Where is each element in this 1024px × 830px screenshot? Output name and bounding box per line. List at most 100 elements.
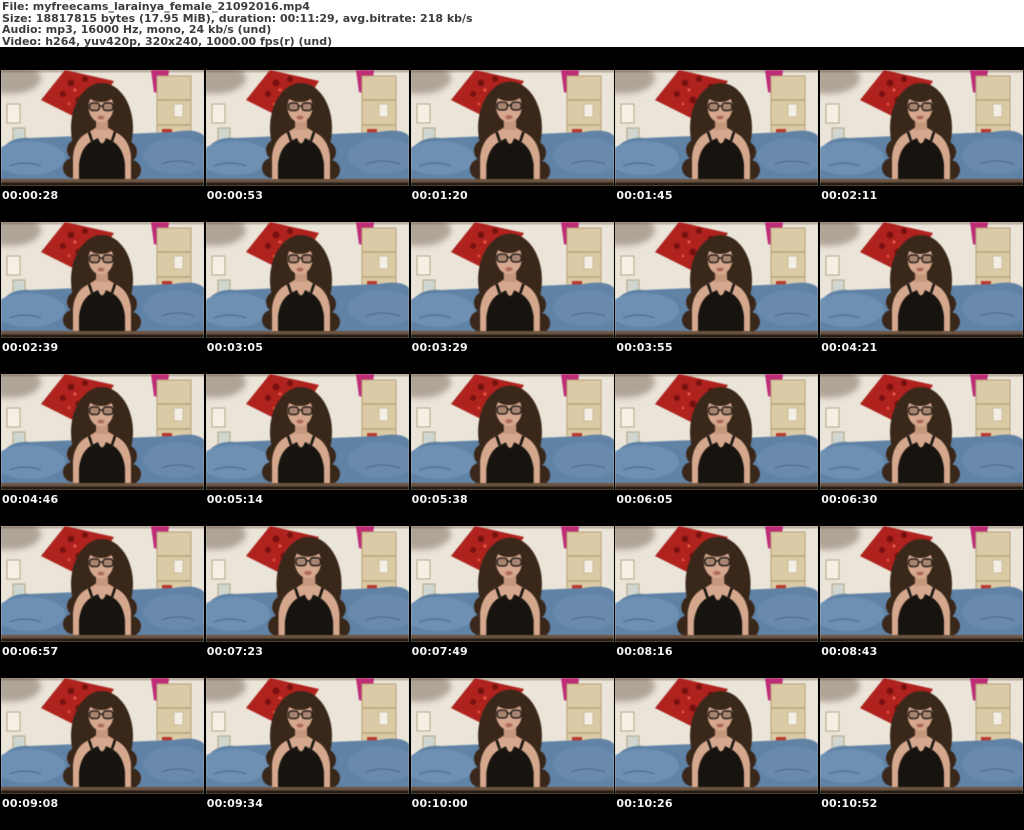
thumbnail-image xyxy=(820,678,1024,794)
thumbnail-cell: 00:06:30 xyxy=(819,374,1024,526)
table-edge xyxy=(615,331,819,335)
file-info-header: File: myfreecams_larainya_female_2109201… xyxy=(0,0,1024,47)
bottom-shadow xyxy=(410,182,614,186)
table-edge xyxy=(1,483,204,487)
table-edge xyxy=(1,635,204,639)
thumbnail-image xyxy=(410,222,614,338)
thumbnail-image xyxy=(615,70,819,186)
bottom-shadow xyxy=(410,790,614,794)
table-edge xyxy=(615,179,819,183)
thumbnail-image xyxy=(615,678,819,794)
thumbnail-cell: 00:07:23 xyxy=(205,526,410,678)
bottom-shadow xyxy=(410,334,614,338)
thumbnail-cell: 00:03:55 xyxy=(614,222,819,374)
thumbnail-cell: 00:05:14 xyxy=(205,374,410,526)
timestamp-label: 00:08:43 xyxy=(821,645,878,658)
thumbnail-image xyxy=(205,374,409,490)
timestamp-label: 00:04:46 xyxy=(2,493,59,506)
timestamp-label: 00:03:29 xyxy=(411,341,468,354)
bottom-shadow xyxy=(205,790,409,794)
thumbnail-image xyxy=(410,70,614,186)
bottom-shadow xyxy=(615,182,819,186)
table-edge xyxy=(615,483,819,487)
bottom-shadow xyxy=(205,182,409,186)
bottom-shadow xyxy=(820,638,1024,642)
webcam-scene-placeholder xyxy=(1,374,204,490)
thumbnail-image xyxy=(820,374,1024,490)
thumbnail-cell: 00:08:16 xyxy=(614,526,819,678)
thumbnail-image xyxy=(410,374,614,490)
timestamp-label: 00:03:55 xyxy=(616,341,673,354)
thumbnail-cell: 00:04:21 xyxy=(819,222,1024,374)
thumbnail-cell: 00:05:38 xyxy=(410,374,615,526)
bottom-shadow xyxy=(1,486,204,490)
thumbnail-cell: 00:00:28 xyxy=(0,70,205,222)
thumbnail-image xyxy=(1,222,204,338)
table-edge xyxy=(820,483,1024,487)
webcam-scene-placeholder xyxy=(205,526,409,642)
thumbnail-cell: 00:09:08 xyxy=(0,678,205,830)
webcam-scene-placeholder xyxy=(615,70,819,186)
thumbnail-image xyxy=(205,526,409,642)
thumbnail-cell: 00:09:34 xyxy=(205,678,410,830)
timestamp-label: 00:04:21 xyxy=(821,341,878,354)
table-edge xyxy=(410,483,614,487)
thumbnail-cell: 00:10:26 xyxy=(614,678,819,830)
table-edge xyxy=(615,787,819,791)
webcam-scene-placeholder xyxy=(615,678,819,794)
bottom-shadow xyxy=(1,790,204,794)
webcam-scene-placeholder xyxy=(615,374,819,490)
thumbnail-image xyxy=(205,222,409,338)
table-edge xyxy=(205,179,409,183)
bottom-shadow xyxy=(820,486,1024,490)
thumbnail-image xyxy=(1,70,204,186)
timestamp-label: 00:09:08 xyxy=(2,797,59,810)
thumbnail-image xyxy=(615,526,819,642)
webcam-scene-placeholder xyxy=(410,678,614,794)
webcam-scene-placeholder xyxy=(410,70,614,186)
table-edge xyxy=(205,483,409,487)
table-edge xyxy=(820,331,1024,335)
bottom-shadow xyxy=(615,790,819,794)
thumbnail-cell: 00:06:05 xyxy=(614,374,819,526)
thumbnail-cell: 00:02:11 xyxy=(819,70,1024,222)
thumbnail-cell: 00:03:05 xyxy=(205,222,410,374)
thumbnail-image xyxy=(820,222,1024,338)
thumbnail-cell: 00:10:00 xyxy=(410,678,615,830)
thumbnail-image xyxy=(820,526,1024,642)
thumbnail-cell: 00:01:20 xyxy=(410,70,615,222)
webcam-scene-placeholder xyxy=(205,678,409,794)
thumbnail-cell: 00:08:43 xyxy=(819,526,1024,678)
timestamp-label: 00:07:23 xyxy=(206,645,264,658)
webcam-scene-placeholder xyxy=(410,526,614,642)
bottom-shadow xyxy=(820,182,1024,186)
bottom-shadow xyxy=(820,334,1024,338)
thumbnail-image xyxy=(615,374,819,490)
webcam-scene-placeholder xyxy=(1,70,204,186)
bottom-shadow xyxy=(615,638,819,642)
bottom-shadow xyxy=(615,486,819,490)
timestamp-label: 00:01:20 xyxy=(411,189,468,202)
timestamp-label: 00:10:26 xyxy=(616,797,673,810)
table-edge xyxy=(410,331,614,335)
thumbnail-cell: 00:02:39 xyxy=(0,222,205,374)
table-edge xyxy=(1,787,204,791)
webcam-scene-placeholder xyxy=(820,526,1024,642)
file-name-line: File: myfreecams_larainya_female_2109201… xyxy=(2,0,310,13)
webcam-scene-placeholder xyxy=(820,374,1024,490)
thumbnail-grid: 00:00:28 00:00:53 00:01:20 00:01:45 00:0… xyxy=(0,70,1024,811)
bottom-shadow xyxy=(205,486,409,490)
bottom-shadow xyxy=(410,486,614,490)
timestamp-label: 00:05:38 xyxy=(411,493,468,506)
timestamp-label: 00:07:49 xyxy=(411,645,468,658)
bottom-shadow xyxy=(1,334,204,338)
timestamp-label: 00:09:34 xyxy=(206,797,264,810)
bottom-shadow xyxy=(1,638,204,642)
bottom-shadow xyxy=(205,334,409,338)
webcam-scene-placeholder xyxy=(820,70,1024,186)
table-edge xyxy=(820,635,1024,639)
webcam-scene-placeholder xyxy=(410,222,614,338)
table-edge xyxy=(205,331,409,335)
table-edge xyxy=(820,787,1024,791)
table-edge xyxy=(410,787,614,791)
